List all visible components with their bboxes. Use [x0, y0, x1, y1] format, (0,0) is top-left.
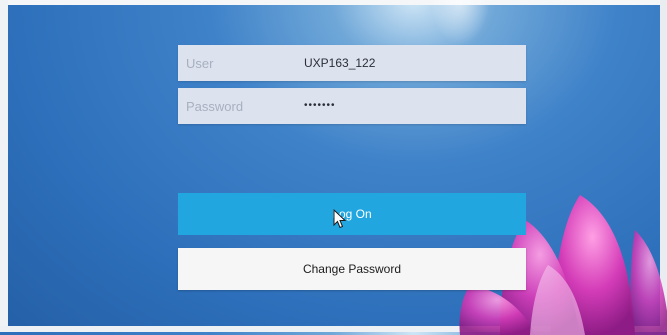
background-light-streak [430, 0, 490, 45]
user-label: User [186, 56, 214, 71]
password-field[interactable]: Password ••••••• [178, 88, 526, 124]
log-on-button[interactable]: Log On [178, 193, 526, 235]
password-input[interactable]: ••••••• [304, 100, 504, 111]
window-frame-left [0, 0, 8, 332]
user-input[interactable] [304, 56, 504, 70]
window-frame-top [0, 0, 667, 5]
password-label: Password [186, 99, 244, 114]
user-field[interactable]: User [178, 45, 526, 81]
change-password-button[interactable]: Change Password [178, 248, 526, 290]
mouse-pointer-icon [333, 209, 347, 229]
